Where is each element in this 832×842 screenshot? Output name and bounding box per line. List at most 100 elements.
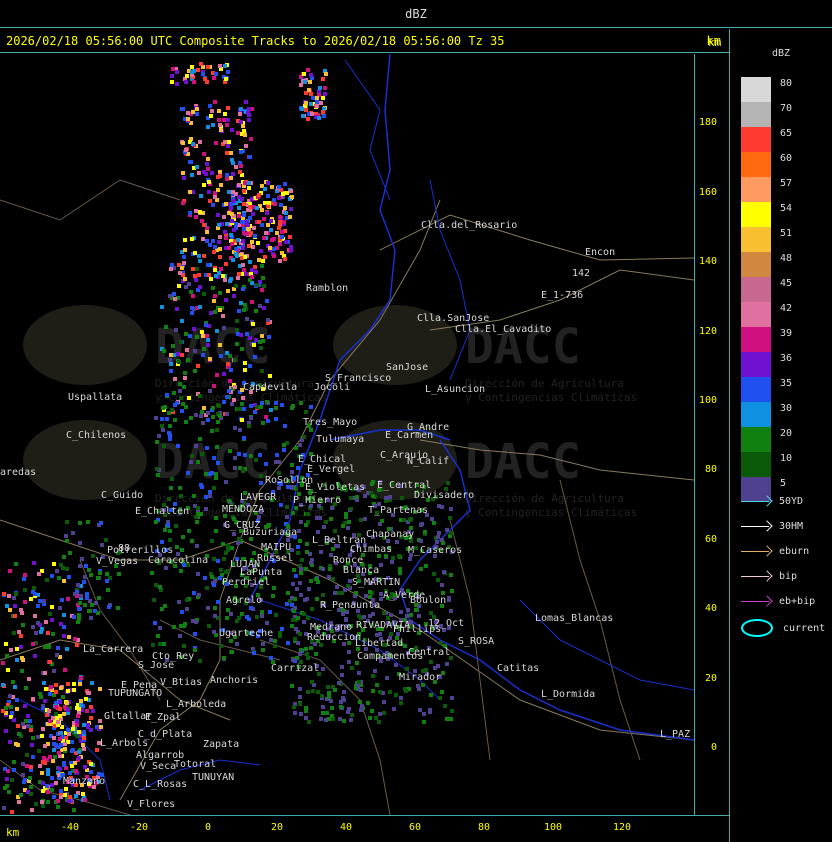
radar-echo-pixel: [449, 717, 453, 721]
radar-echo-pixel: [25, 753, 29, 757]
radar-echo-pixel: [269, 656, 273, 660]
radar-echo-pixel: [309, 405, 313, 409]
radar-title: 2026/02/18 05:56:00 UTC Composite Tracks…: [6, 34, 505, 48]
place-label: LAVEGR: [240, 492, 277, 503]
map-canvas[interactable]: DACCDirección de Agriculturay Contingenc…: [0, 54, 694, 815]
radar-echo-pixel: [154, 416, 158, 420]
radar-echo-pixel: [229, 233, 233, 237]
radar-echo-pixel: [170, 74, 174, 78]
radar-echo-pixel: [166, 523, 170, 527]
radar-echo-pixel: [278, 242, 282, 246]
radar-echo-pixel: [13, 604, 17, 608]
radar-echo-pixel: [322, 114, 326, 118]
radar-echo-pixel: [262, 217, 266, 221]
radar-echo-pixel: [237, 183, 241, 187]
radar-echo-pixel: [304, 523, 308, 527]
radar-echo-pixel: [437, 531, 441, 535]
radar-echo-pixel: [272, 254, 276, 258]
radar-echo-pixel: [188, 160, 192, 164]
radar-echo-pixel: [321, 667, 325, 671]
radar-echo-pixel: [82, 580, 86, 584]
radar-echo-pixel: [261, 648, 265, 652]
radar-echo-pixel: [299, 571, 303, 575]
radar-echo-pixel: [152, 598, 156, 602]
radar-echo-pixel: [211, 406, 215, 410]
radar-echo-pixel: [277, 185, 281, 189]
radar-echo-pixel: [229, 206, 233, 210]
radar-echo-pixel: [183, 238, 187, 242]
radar-echo-pixel: [265, 621, 269, 625]
radar-echo-pixel: [34, 631, 38, 635]
radar-echo-pixel: [28, 776, 32, 780]
radar-echo-pixel: [215, 428, 219, 432]
radar-echo-pixel: [24, 686, 28, 690]
radar-echo-pixel: [277, 486, 281, 490]
radar-echo-pixel: [309, 73, 313, 77]
radar-echo-pixel: [307, 88, 311, 92]
radar-echo-pixel: [43, 744, 47, 748]
radar-echo-pixel: [229, 368, 233, 372]
radar-echo-pixel: [73, 637, 77, 641]
radar-echo-pixel: [252, 651, 256, 655]
radar-echo-pixel: [321, 711, 325, 715]
radar-echo-pixel: [162, 349, 166, 353]
radar-echo-pixel: [242, 407, 246, 411]
place-label: E_Chalten: [135, 506, 189, 517]
radar-echo-pixel: [234, 165, 238, 169]
radar-echo-pixel: [243, 181, 247, 185]
radar-echo-pixel: [186, 358, 190, 362]
radar-map[interactable]: DACC Dirección de Agricultura y Contingenc…: [0, 54, 694, 815]
radar-echo-pixel: [273, 639, 277, 643]
radar-echo-pixel: [304, 101, 308, 105]
radar-echo-pixel: [238, 428, 242, 432]
radar-echo-pixel: [214, 72, 218, 76]
radar-echo-pixel: [5, 654, 9, 658]
legend-swatch-label: 57: [780, 178, 793, 189]
radar-echo-pixel: [40, 771, 44, 775]
radar-echo-pixel: [38, 599, 42, 603]
radar-echo-pixel: [232, 294, 236, 298]
x-axis: -40 -20 0 20 40 60 80 100 120: [0, 815, 729, 842]
radar-echo-pixel: [250, 275, 254, 279]
radar-echo-pixel: [17, 630, 21, 634]
radar-echo-pixel: [191, 619, 195, 623]
radar-echo-pixel: [186, 117, 190, 121]
radar-echo-pixel: [249, 606, 253, 610]
radar-echo-pixel: [292, 609, 296, 613]
radar-echo-pixel: [357, 680, 361, 684]
radar-echo-pixel: [48, 612, 52, 616]
y-tick-label: 140: [698, 256, 717, 268]
radar-echo-pixel: [195, 165, 199, 169]
radar-echo-pixel: [155, 467, 159, 471]
radar-echo-pixel: [231, 258, 235, 262]
radar-echo-pixel: [51, 632, 55, 636]
radar-echo-pixel: [382, 611, 386, 615]
radar-echo-pixel: [36, 735, 40, 739]
radar-echo-pixel: [78, 564, 82, 568]
radar-echo-pixel: [449, 573, 453, 577]
radar-echo-pixel: [223, 278, 227, 282]
radar-echo-pixel: [319, 643, 323, 647]
radar-echo-pixel: [226, 362, 230, 366]
radar-echo-pixel: [65, 539, 69, 543]
radar-echo-pixel: [338, 717, 342, 721]
radar-echo-pixel: [181, 171, 185, 175]
radar-echo-pixel: [223, 230, 227, 234]
radar-echo-pixel: [211, 415, 215, 419]
radar-echo-pixel: [68, 551, 72, 555]
radar-echo-pixel: [213, 195, 217, 199]
radar-echo-pixel: [180, 610, 184, 614]
radar-echo-pixel: [235, 254, 239, 258]
radar-echo-pixel: [259, 474, 263, 478]
place-label: E_Zpal: [145, 712, 181, 723]
radar-echo-pixel: [168, 294, 172, 298]
radar-echo-pixel: [37, 572, 41, 576]
radar-echo-pixel: [217, 118, 221, 122]
radar-echo-pixel: [95, 748, 99, 752]
place-label: Carrizal: [271, 663, 319, 674]
radar-echo-pixel: [33, 614, 37, 618]
radar-echo-pixel: [232, 532, 236, 536]
radar-echo-pixel: [65, 567, 69, 571]
radar-echo-pixel: [8, 740, 12, 744]
radar-echo-pixel: [52, 748, 56, 752]
